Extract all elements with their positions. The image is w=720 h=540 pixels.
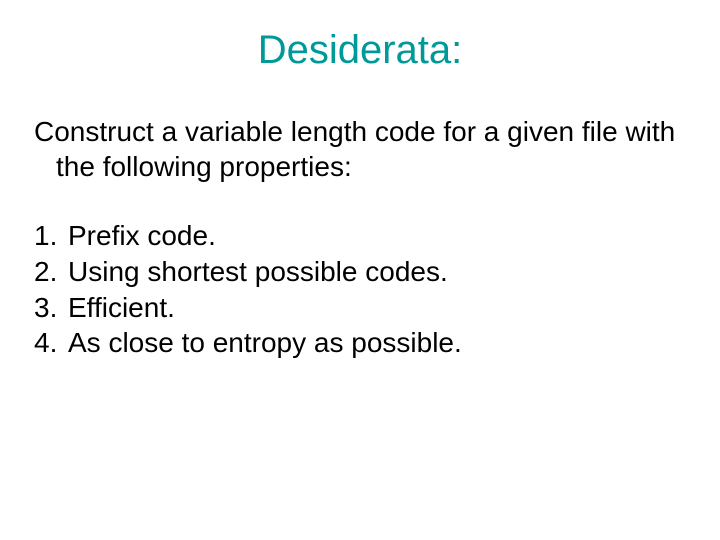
list-item: 1. Prefix code. <box>34 218 686 254</box>
list-item: 3. Efficient. <box>34 290 686 326</box>
list-text: Using shortest possible codes. <box>68 254 448 290</box>
intro-paragraph: Construct a variable length code for a g… <box>34 114 686 184</box>
list-item: 2. Using shortest possible codes. <box>34 254 686 290</box>
list-number: 3. <box>34 290 68 326</box>
list-number: 2. <box>34 254 68 290</box>
list-item: 4. As close to entropy as possible. <box>34 325 686 361</box>
properties-list: 1. Prefix code. 2. Using shortest possib… <box>34 218 686 361</box>
list-text: Efficient. <box>68 290 175 326</box>
intro-text: Construct a variable length code for a g… <box>34 114 686 184</box>
slide-title: Desiderata: <box>34 26 686 74</box>
list-text: Prefix code. <box>68 218 216 254</box>
list-number: 4. <box>34 325 68 361</box>
list-text: As close to entropy as possible. <box>68 325 462 361</box>
list-number: 1. <box>34 218 68 254</box>
